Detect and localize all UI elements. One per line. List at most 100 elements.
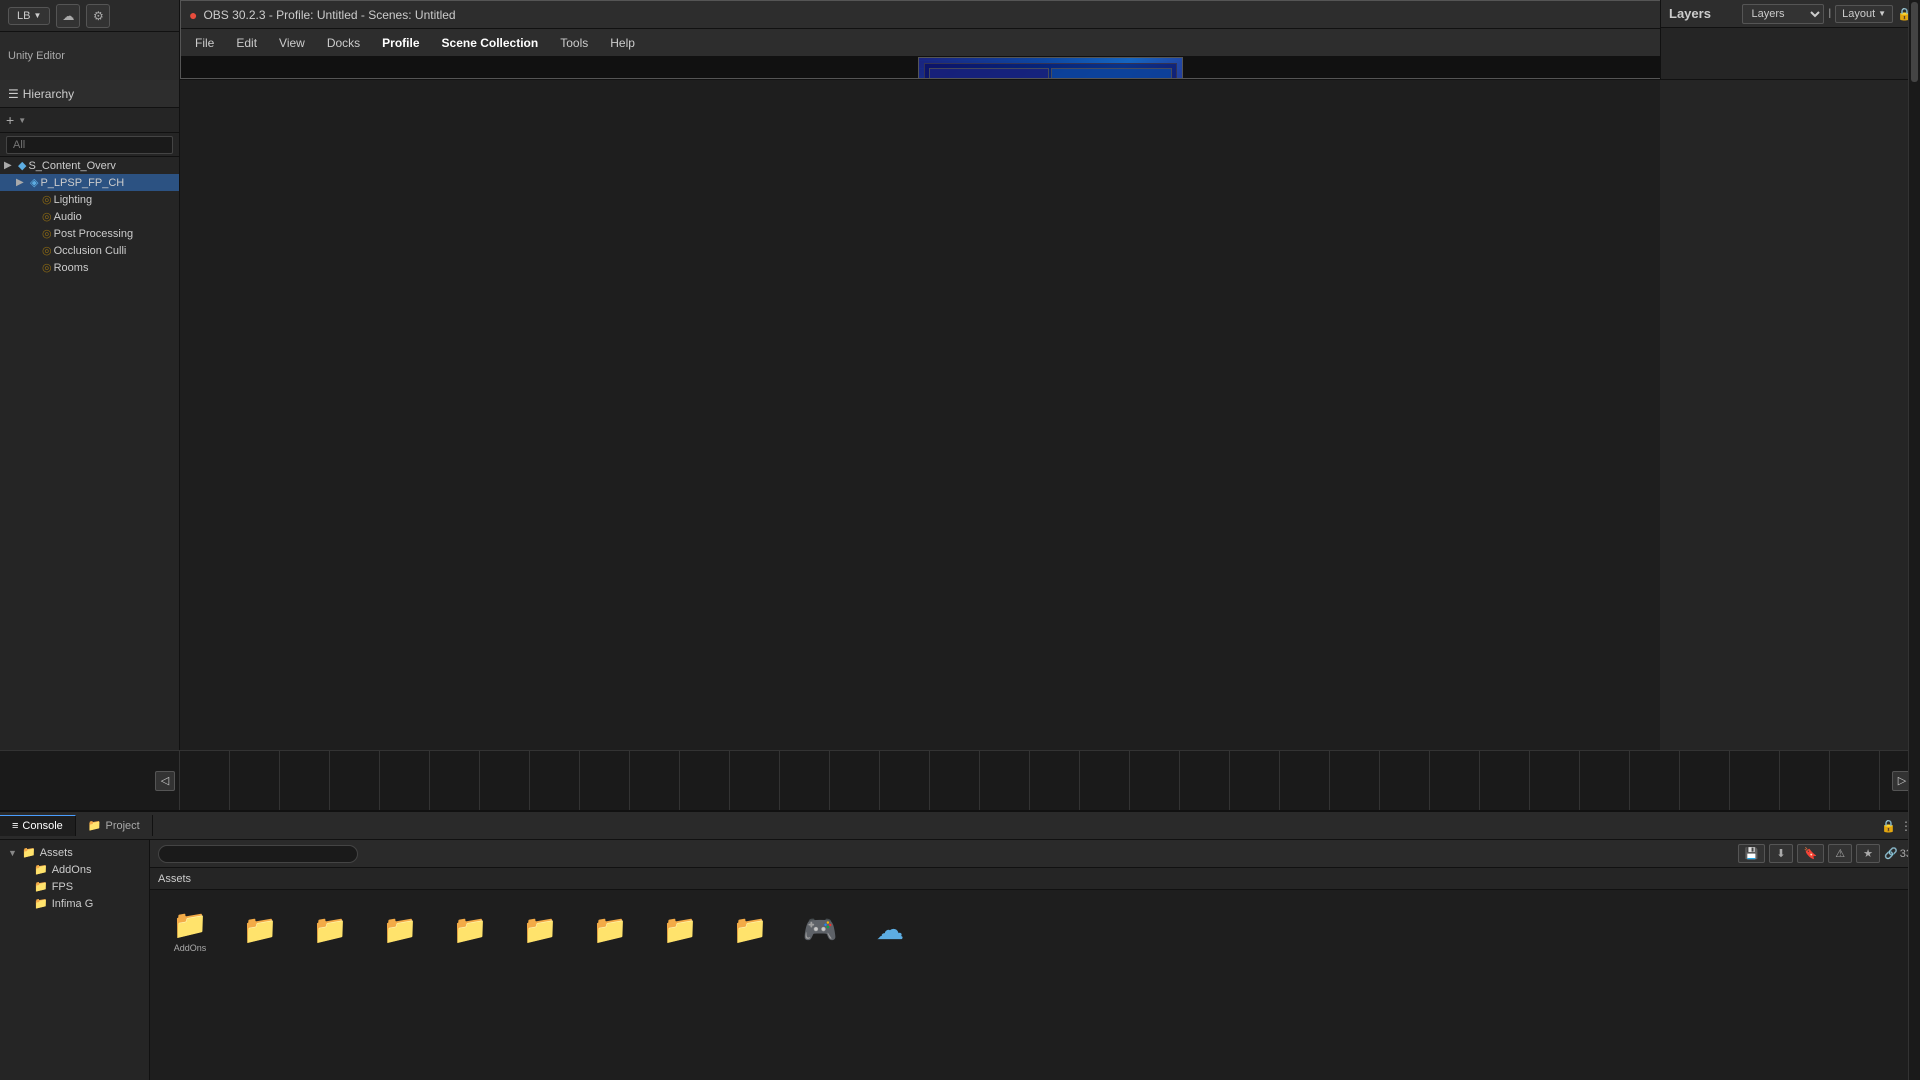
menu-help[interactable]: Help [600, 33, 645, 53]
tree-item-p-lpsp[interactable]: ▶ ◈ P_LPSP_FP_CH [0, 174, 179, 191]
asset-folder-4[interactable]: 📁 [438, 898, 502, 962]
lb-label: LB [17, 10, 30, 22]
asset-folder-special[interactable]: 🎮 [788, 898, 852, 962]
tree-icon-lighting: ◎ [42, 193, 52, 206]
tree-label-audio: Audio [54, 211, 82, 223]
layout-label: Layout [1842, 8, 1875, 20]
assets-path-label: Assets [158, 873, 191, 885]
tree-item-lighting[interactable]: ◎ Lighting [0, 191, 179, 208]
asset-folder-1[interactable]: 📁 [228, 898, 292, 962]
tree-label-occlusion: Occlusion Culli [54, 245, 127, 257]
assets-toolbar-icons: 💾 ⬇ 🔖 ⚠ ★ 🔗 33 [1738, 844, 1912, 863]
tree-item-occlusion[interactable]: ◎ Occlusion Culli [0, 242, 179, 259]
menu-file[interactable]: File [185, 33, 224, 53]
asset-folder-8[interactable]: 📁 [718, 898, 782, 962]
tree-label-p-lpsp: P_LPSP_FP_CH [40, 177, 124, 189]
assets-warning-btn[interactable]: ★ [1856, 844, 1880, 863]
infima-label: Infima G [52, 898, 94, 910]
assets-star-btn[interactable]: ⚠ [1828, 844, 1852, 863]
cloud-btn[interactable]: ☁ [56, 4, 80, 28]
asset-folder-6[interactable]: 📁 [578, 898, 642, 962]
lb-arrow-icon: ▼ [33, 11, 41, 20]
tree-item-s-content[interactable]: ▶ ◆ S_Content_Overv [0, 157, 179, 174]
right-panel-header: Layers Layers Everything Nothing | Layou… [1661, 0, 1920, 28]
menu-view[interactable]: View [269, 33, 315, 53]
addons-label: AddOns [52, 864, 92, 876]
lb-dropdown[interactable]: LB ▼ [8, 7, 50, 25]
addons-folder-icon: 📁 [34, 863, 48, 876]
layout-arrow-icon: ▼ [1878, 9, 1886, 18]
hierarchy-search-input[interactable] [6, 136, 173, 154]
assets-root-item[interactable]: ▼ 📁 Assets [4, 844, 145, 861]
tree-label-s-content: S_Content_Overv [28, 160, 115, 172]
hierarchy-add-btn[interactable]: + [6, 112, 14, 128]
fps-folder-icon: 📁 [34, 880, 48, 893]
hamburger-icon: ☰ [8, 87, 19, 101]
tab-project[interactable]: 📁 Project [76, 815, 153, 836]
asset-cloud-icon: ☁ [876, 913, 904, 946]
timeline-area: ◁ ▷ [0, 750, 1920, 810]
menu-docks[interactable]: Docks [317, 33, 370, 53]
assets-link-icon: 🔗 [1884, 847, 1898, 860]
assets-root-label: Assets [40, 847, 73, 859]
tree-label-rooms: Rooms [54, 262, 89, 274]
tree-item-post-processing[interactable]: ◎ Post Processing [0, 225, 179, 242]
tree-label-lighting: Lighting [54, 194, 93, 206]
assets-expand-icon: ▼ [8, 848, 18, 858]
assets-folder-icon: 📁 [22, 846, 36, 859]
assets-search-input[interactable] [158, 845, 358, 863]
assets-tree-panel: ▼ 📁 Assets 📁 AddOns 📁 FPS 📁 [0, 840, 150, 1080]
asset-folder-5[interactable]: 📁 [508, 898, 572, 962]
asset-folder-cloud[interactable]: ☁ [858, 898, 922, 962]
folder-3-icon: 📁 [383, 913, 418, 946]
tree-item-rooms[interactable]: ◎ Rooms [0, 259, 179, 276]
expand-arrow-icon: ▶ [4, 160, 16, 171]
asset-folder-0[interactable]: 📁 AddOns [158, 898, 222, 962]
assets-toolbar: 💾 ⬇ 🔖 ⚠ ★ 🔗 33 [150, 840, 1920, 868]
menu-tools[interactable]: Tools [550, 33, 598, 53]
asset-folder-2[interactable]: 📁 [298, 898, 362, 962]
folder-5-icon: 📁 [523, 913, 558, 946]
right-panel-content [1661, 28, 1920, 79]
obs-icon: ● [189, 7, 197, 23]
folder-1-icon: 📁 [243, 913, 278, 946]
menu-edit[interactable]: Edit [226, 33, 267, 53]
asset-folder-3[interactable]: 📁 [368, 898, 432, 962]
p-lpsp-expand-icon: ▶ [16, 177, 28, 188]
assets-bookmark-btn[interactable]: 🔖 [1797, 844, 1825, 863]
menu-scene-collection[interactable]: Scene Collection [432, 33, 549, 53]
assets-addons-item[interactable]: 📁 AddOns [4, 861, 145, 878]
assets-grid-panel: 💾 ⬇ 🔖 ⚠ ★ 🔗 33 Assets [150, 840, 1920, 1080]
layout-btn[interactable]: Layout ▼ [1835, 5, 1893, 23]
hierarchy-header: ☰ Hierarchy [0, 80, 179, 108]
assets-save-btn[interactable]: 💾 [1738, 844, 1766, 863]
folder-4-icon: 📁 [453, 913, 488, 946]
asset-folder-7[interactable]: 📁 [648, 898, 712, 962]
timeline-left-arrow-btn[interactable]: ◁ [155, 771, 175, 791]
tree-icon-prefab: ◈ [30, 176, 38, 189]
folder-7-icon: 📁 [663, 913, 698, 946]
tree-icon-occlusion: ◎ [42, 244, 52, 257]
assets-import-btn[interactable]: ⬇ [1769, 844, 1792, 863]
obs-preview [918, 57, 1183, 78]
unity-bottom-tabs: ≡ Console 📁 Project 🔒 ⋮ [0, 812, 1920, 840]
tree-label-post-processing: Post Processing [54, 228, 133, 240]
project-label: Project [105, 820, 139, 832]
lock-panel-btn[interactable]: 🔒 [1881, 819, 1896, 833]
console-label: Console [22, 820, 62, 832]
tree-item-audio[interactable]: ◎ Audio [0, 208, 179, 225]
tab-console[interactable]: ≡ Console [0, 815, 76, 836]
menu-profile[interactable]: Profile [372, 33, 429, 53]
folder-8-icon: 📁 [733, 913, 768, 946]
folder-0-label: AddOns [174, 943, 207, 953]
settings-btn[interactable]: ⚙ [86, 4, 110, 28]
obs-menubar: File Edit View Docks Profile Scene Colle… [181, 29, 1919, 57]
assets-infima-item[interactable]: 📁 Infima G [4, 895, 145, 912]
assets-fps-item[interactable]: 📁 FPS [4, 878, 145, 895]
assets-grid: 📁 AddOns 📁 📁 📁 [150, 890, 1920, 1080]
console-icon: ≡ [12, 820, 18, 832]
timeline-content[interactable] [180, 751, 1884, 810]
layers-dropdown[interactable]: Layers Everything Nothing [1742, 4, 1824, 24]
tree-icon-post-processing: ◎ [42, 227, 52, 240]
tree-icon-rooms: ◎ [42, 261, 52, 274]
